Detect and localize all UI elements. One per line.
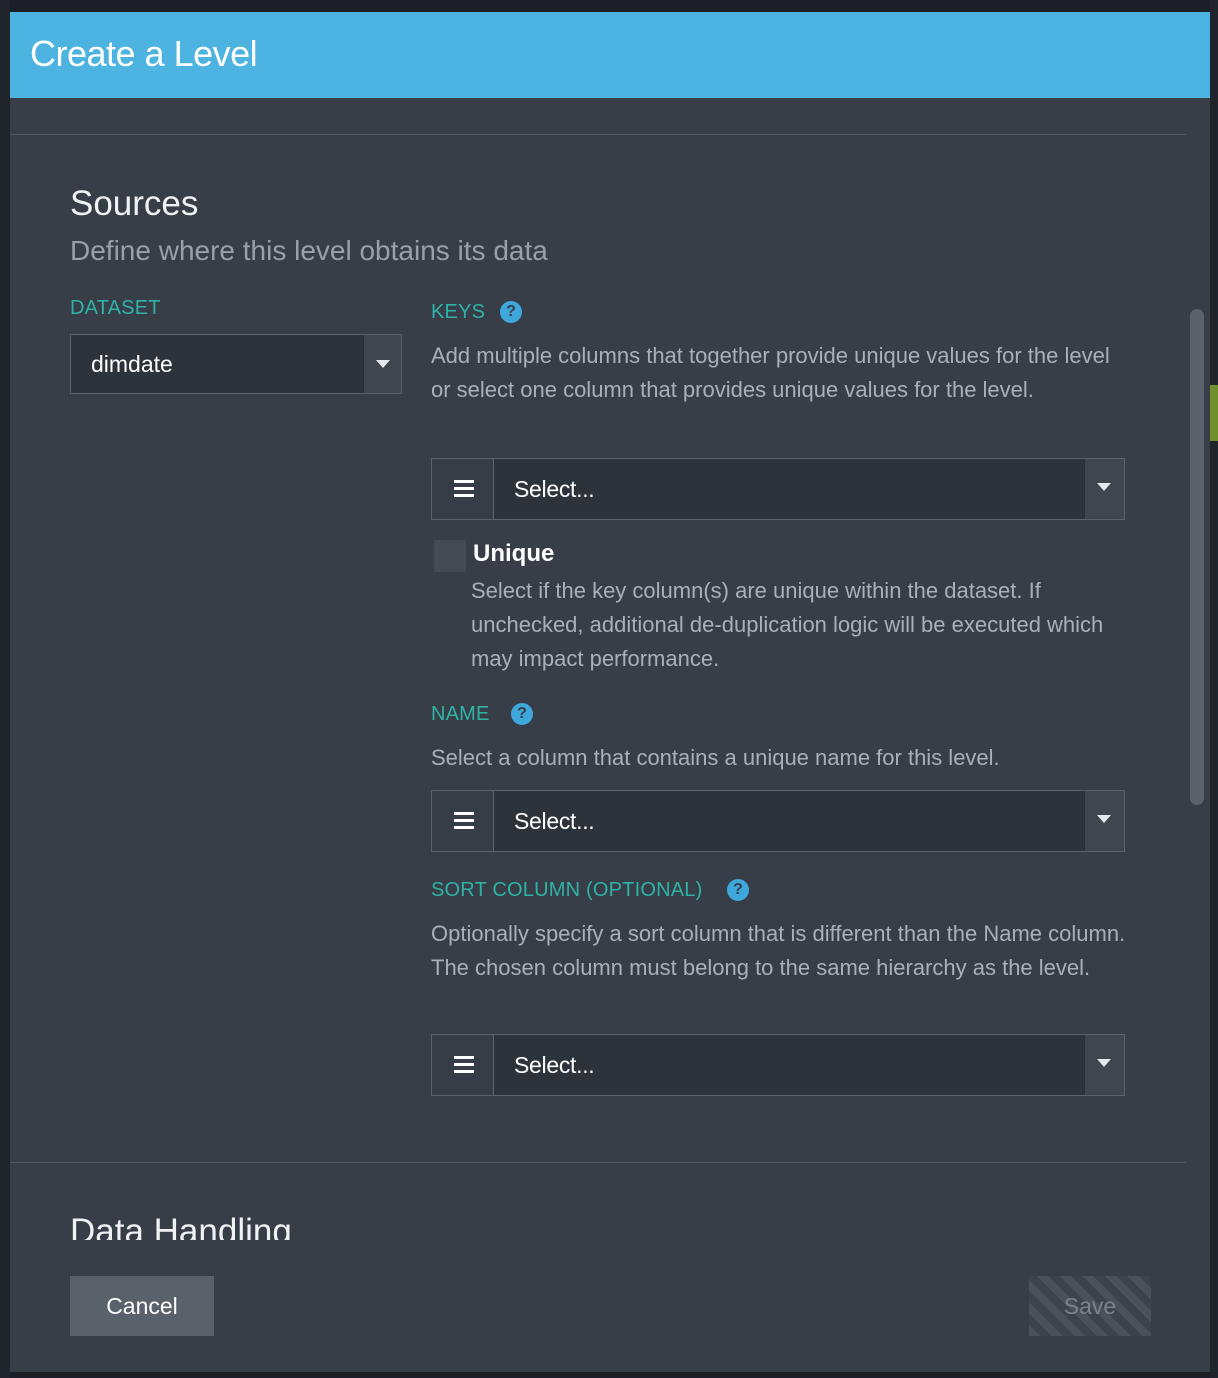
chevron-down-icon [376,360,390,368]
drag-handle-icon [454,480,474,497]
save-button[interactable]: Save [1029,1276,1151,1336]
dataset-label: DATASET [70,297,161,319]
unique-description: Select if the key column(s) are unique w… [471,578,1104,671]
sort-column-label: SORT COLUMN (OPTIONAL) [431,879,703,901]
name-label: NAME [431,703,490,725]
chevron-down-icon [1097,1059,1111,1067]
help-icon[interactable]: ? [511,703,533,725]
dataset-select[interactable]: dimdate [70,334,402,394]
keys-select[interactable]: Select... [431,458,1125,520]
keys-label: KEYS [431,301,486,323]
unique-label[interactable]: Unique [473,540,554,568]
drag-handle-button[interactable] [432,791,494,851]
sort-column-placeholder: Select... [514,1052,595,1078]
drag-handle-button[interactable] [432,1035,494,1095]
section-divider [10,1162,1186,1163]
name-description: Select a column that contains a unique n… [431,745,1000,770]
help-icon[interactable]: ? [500,301,522,323]
sort-column-select[interactable]: Select... [431,1034,1125,1096]
drag-handle-icon [454,1056,474,1073]
keys-placeholder: Select... [514,476,595,502]
sources-title: Sources [70,184,199,223]
drag-handle-icon [454,812,474,829]
modal-title: Create a Level [30,33,258,74]
background-right-edge [1210,0,1218,1378]
keys-description: Add multiple columns that together provi… [431,343,1110,402]
modal-header: Create a Level [10,12,1210,98]
drag-handle-button[interactable] [432,459,494,519]
dataset-value: dimdate [91,351,173,377]
help-icon[interactable]: ? [727,879,749,901]
section-divider [10,134,1186,135]
unique-checkbox[interactable] [434,540,466,572]
keys-dropdown-toggle[interactable] [1084,459,1124,519]
background-accent [1210,385,1218,441]
create-level-modal: Create a Level Sources Define where this… [10,12,1210,1372]
dataset-dropdown-toggle[interactable] [363,335,401,393]
name-select[interactable]: Select... [431,790,1125,852]
sort-column-description: Optionally specify a sort column that is… [431,921,1126,980]
chevron-down-icon [1097,815,1111,823]
background-left-edge [0,0,10,1378]
sources-subtitle: Define where this level obtains its data [70,235,548,266]
chevron-down-icon [1097,483,1111,491]
modal-footer: Cancel Save [10,1240,1210,1372]
name-placeholder: Select... [514,808,595,834]
name-dropdown-toggle[interactable] [1084,791,1124,851]
scrollbar-thumb[interactable] [1190,309,1204,805]
cancel-button[interactable]: Cancel [70,1276,214,1336]
sort-column-dropdown-toggle[interactable] [1084,1035,1124,1095]
